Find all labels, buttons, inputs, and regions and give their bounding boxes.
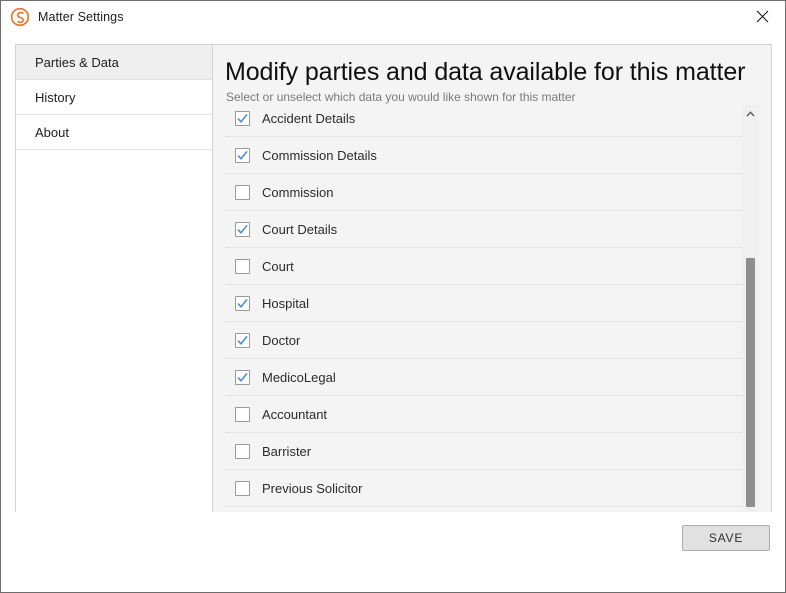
- sidebar-item-parties-and-data[interactable]: Parties & Data: [16, 45, 212, 80]
- checkbox-checked[interactable]: [235, 222, 250, 237]
- checkmark-icon: [236, 334, 249, 347]
- sidebar-item-label: Parties & Data: [35, 55, 119, 70]
- checkbox-unchecked[interactable]: [235, 259, 250, 274]
- list-item-label: MedicoLegal: [262, 370, 336, 385]
- sidebar-item-label: History: [35, 90, 75, 105]
- list-item-label: Accountant: [262, 407, 327, 422]
- list-item-label: Court: [262, 259, 294, 274]
- list-item[interactable]: Accident Details: [225, 105, 742, 137]
- sidebar-item-about[interactable]: About: [16, 115, 212, 150]
- checkbox-checked[interactable]: [235, 370, 250, 385]
- checkbox-unchecked[interactable]: [235, 481, 250, 496]
- list-item-label: Barrister: [262, 444, 311, 459]
- title-bar: Matter Settings: [1, 1, 785, 32]
- list-item-label: Doctor: [262, 333, 300, 348]
- close-icon: [756, 10, 769, 23]
- page-subtitle: Select or unselect which data you would …: [226, 90, 755, 105]
- list-item[interactable]: Commission Details: [225, 137, 742, 174]
- chevron-up-icon: [746, 111, 755, 117]
- settings-panel: Parties & Data History About Modify part…: [15, 44, 772, 543]
- list-scrollbar[interactable]: [742, 105, 759, 542]
- data-options-list-area: Accident Details Commission Details Commis…: [225, 105, 759, 542]
- checkbox-unchecked[interactable]: [235, 444, 250, 459]
- sidebar-item-history[interactable]: History: [16, 80, 212, 115]
- sidebar-nav: Parties & Data History About: [16, 45, 213, 542]
- scroll-up-button[interactable]: [742, 105, 759, 122]
- list-item[interactable]: Previous Solicitor: [225, 470, 742, 507]
- checkbox-checked[interactable]: [235, 296, 250, 311]
- list-item-label: Hospital: [262, 296, 309, 311]
- data-options-list-inner: Accident Details Commission Details Commis…: [225, 105, 742, 507]
- list-item-label: Commission: [262, 185, 334, 200]
- checkmark-icon: [236, 371, 249, 384]
- list-item[interactable]: MedicoLegal: [225, 359, 742, 396]
- content-header: Modify parties and data available for th…: [213, 45, 771, 105]
- content-area: Modify parties and data available for th…: [213, 45, 771, 542]
- matter-settings-window: Matter Settings Parties & Data History A…: [0, 0, 786, 593]
- list-item[interactable]: Accountant: [225, 396, 742, 433]
- sidebar-item-label: About: [35, 125, 69, 140]
- window-body: Parties & Data History About Modify part…: [1, 32, 785, 592]
- page-title: Modify parties and data available for th…: [225, 57, 755, 87]
- checkmark-icon: [236, 112, 249, 125]
- close-button[interactable]: [739, 1, 785, 32]
- save-button[interactable]: SAVE: [682, 525, 770, 551]
- list-item[interactable]: Hospital: [225, 285, 742, 322]
- checkmark-icon: [236, 297, 249, 310]
- checkmark-icon: [236, 149, 249, 162]
- checkmark-icon: [236, 223, 249, 236]
- footer-bar: SAVE: [1, 512, 785, 592]
- list-item-label: Accident Details: [262, 111, 355, 126]
- checkbox-unchecked[interactable]: [235, 185, 250, 200]
- list-item[interactable]: Court: [225, 248, 742, 285]
- list-item-label: Commission Details: [262, 148, 377, 163]
- checkbox-checked[interactable]: [235, 148, 250, 163]
- app-logo-s-swirl-icon: [10, 7, 30, 27]
- checkbox-checked[interactable]: [235, 111, 250, 126]
- list-item[interactable]: Barrister: [225, 433, 742, 470]
- scrollbar-thumb[interactable]: [746, 258, 755, 507]
- window-title: Matter Settings: [38, 10, 124, 24]
- checkbox-checked[interactable]: [235, 333, 250, 348]
- list-item[interactable]: Commission: [225, 174, 742, 211]
- list-item[interactable]: Doctor: [225, 322, 742, 359]
- list-item-label: Court Details: [262, 222, 337, 237]
- list-item-label: Previous Solicitor: [262, 481, 362, 496]
- list-item[interactable]: Court Details: [225, 211, 742, 248]
- checkbox-unchecked[interactable]: [235, 407, 250, 422]
- data-options-list: Accident Details Commission Details Commis…: [225, 105, 742, 542]
